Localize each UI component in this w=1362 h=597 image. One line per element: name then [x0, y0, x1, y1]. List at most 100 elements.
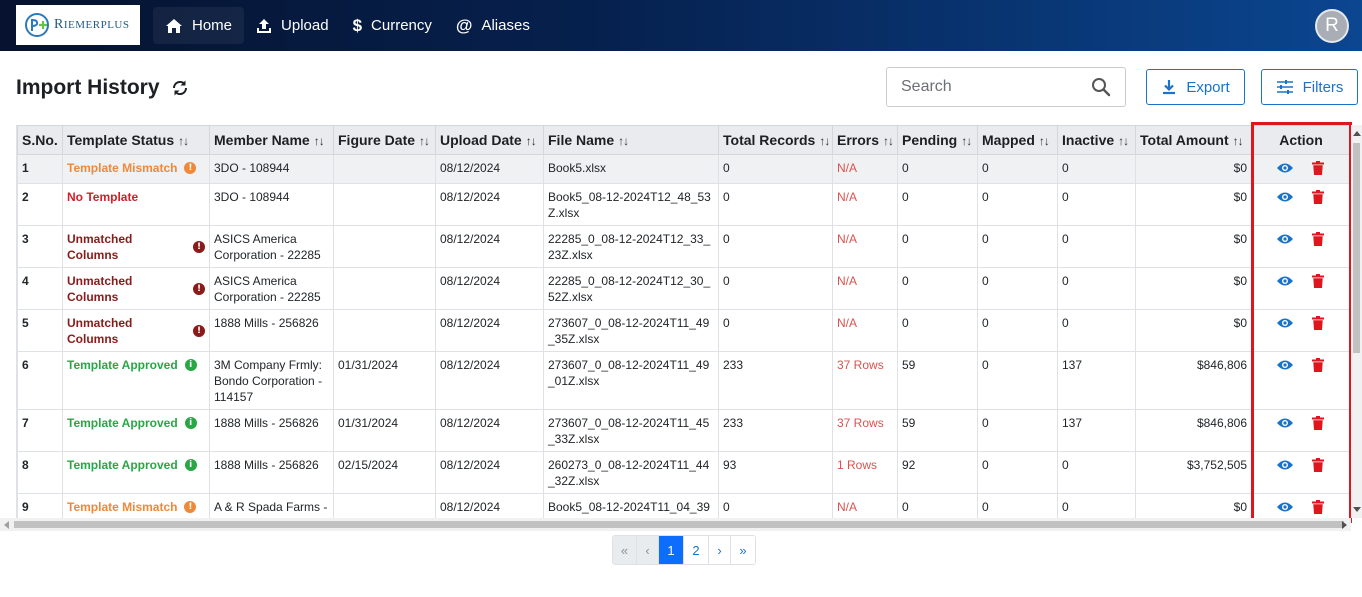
scroll-left-arrow-icon[interactable]: [4, 521, 9, 529]
view-eye-icon[interactable]: [1276, 459, 1294, 475]
horizontal-scroll-thumb[interactable]: [14, 521, 1344, 528]
column-header[interactable]: File Name ↑↓: [543, 125, 719, 155]
sort-arrows-icon[interactable]: ↑↓: [526, 134, 537, 148]
table-row[interactable]: 5 Unmatched Columns! 1888 Mills - 256826 08…: [17, 309, 1349, 352]
nav-home[interactable]: Home: [153, 7, 245, 44]
sort-arrows-icon[interactable]: ↑↓: [961, 134, 972, 148]
column-header[interactable]: Figure Date ↑↓: [333, 125, 436, 155]
exclamation-circle-icon[interactable]: !: [193, 283, 205, 295]
column-header[interactable]: Errors ↑↓: [832, 125, 898, 155]
filters-button[interactable]: Filters: [1261, 69, 1358, 105]
vertical-scroll-thumb[interactable]: [1353, 143, 1360, 353]
table-row[interactable]: 9Template Mismatch!A & R Spada Farms - 1…: [17, 493, 1349, 518]
nav-upload[interactable]: Upload: [244, 7, 341, 44]
horizontal-scrollbar[interactable]: [0, 518, 1351, 531]
delete-trash-icon[interactable]: [1312, 161, 1324, 179]
column-header[interactable]: S.No.: [17, 125, 63, 155]
table-row[interactable]: 6 Template Approved i 3M Company Frmly: Bon…: [17, 351, 1349, 410]
column-header-label: Figure Date: [338, 132, 416, 148]
delete-trash-icon[interactable]: [1312, 316, 1324, 334]
scroll-right-arrow-icon[interactable]: [1342, 521, 1347, 529]
export-button[interactable]: Export: [1146, 69, 1245, 105]
page-2-button[interactable]: 2: [684, 536, 709, 564]
search-input[interactable]: [901, 78, 1081, 96]
table-row[interactable]: 8 Template Approved i 1888 Mills - 256826 02…: [17, 451, 1349, 494]
table-row[interactable]: 3 Unmatched Columns! ASICS America Corpora…: [17, 225, 1349, 268]
delete-trash-icon[interactable]: [1312, 358, 1324, 376]
delete-trash-icon[interactable]: [1312, 500, 1324, 518]
exclamation-circle-icon[interactable]: !: [193, 241, 205, 253]
cell-inactive: 0: [1057, 225, 1136, 268]
table-row[interactable]: 2 No Template 3DO - 108944 08/12/2024 Book5_…: [17, 183, 1349, 226]
exclamation-circle-icon[interactable]: !: [184, 162, 197, 174]
scroll-up-arrow-icon[interactable]: [1353, 131, 1361, 136]
riemerplus-logo[interactable]: RIEMERPLUS: [16, 5, 140, 45]
nav-aliases[interactable]: @ Aliases: [444, 7, 542, 44]
cell-figure-date: [333, 183, 436, 226]
user-avatar[interactable]: R: [1315, 9, 1349, 43]
cell-file-name: 273607_0_08-12-2024T11_45_33Z.xlsx: [543, 409, 719, 452]
view-eye-icon[interactable]: [1276, 317, 1294, 333]
column-header[interactable]: Mapped ↑↓: [977, 125, 1058, 155]
delete-trash-icon[interactable]: [1312, 190, 1324, 208]
top-navbar: RIEMERPLUS Home Upload $ Currency @ Alia…: [0, 0, 1362, 51]
cell-template-status: No Template: [62, 183, 210, 226]
sort-arrows-icon[interactable]: ↑↓: [819, 134, 830, 148]
status-label: No Template: [67, 190, 139, 204]
nav-currency[interactable]: $ Currency: [341, 7, 444, 44]
column-header[interactable]: Total Amount ↑↓: [1135, 125, 1252, 155]
vertical-scrollbar[interactable]: [1351, 125, 1362, 518]
row-actions: [1256, 231, 1346, 250]
delete-trash-icon[interactable]: [1312, 232, 1324, 250]
column-header[interactable]: Total Records ↑↓: [718, 125, 833, 155]
sort-arrows-icon[interactable]: ↑↓: [314, 134, 325, 148]
view-eye-icon[interactable]: [1276, 417, 1294, 433]
view-eye-icon[interactable]: [1276, 162, 1294, 178]
table-row[interactable]: 7 Template Approved i 1888 Mills - 256826 01…: [17, 409, 1349, 452]
page-1-button[interactable]: 1: [659, 536, 684, 564]
cell-template-status: Template Approved i: [62, 351, 210, 410]
delete-trash-icon[interactable]: [1312, 274, 1324, 292]
info-circle-icon[interactable]: i: [184, 459, 197, 471]
column-header[interactable]: Template Status ↑↓: [62, 125, 210, 155]
view-eye-icon[interactable]: [1276, 233, 1294, 249]
page-next-button[interactable]: ›: [709, 536, 731, 564]
exclamation-circle-icon[interactable]: !: [193, 325, 205, 337]
delete-trash-icon[interactable]: [1312, 416, 1324, 434]
sort-arrows-icon[interactable]: ↑↓: [883, 134, 894, 148]
refresh-icon[interactable]: [170, 78, 190, 98]
status-label: Unmatched Columns: [67, 274, 133, 304]
info-circle-icon[interactable]: i: [184, 359, 197, 371]
search-icon[interactable]: [1091, 77, 1111, 102]
column-header[interactable]: Member Name ↑↓: [209, 125, 334, 155]
import-history-table: S.No. Template Status ↑↓ Member Name ↑↓ Figur…: [17, 125, 1349, 518]
exclamation-circle-icon[interactable]: !: [184, 501, 197, 513]
column-header[interactable]: Pending ↑↓: [897, 125, 978, 155]
sort-arrows-icon[interactable]: ↑↓: [618, 134, 629, 148]
scroll-down-arrow-icon[interactable]: [1353, 507, 1361, 512]
table-row[interactable]: 4 Unmatched Columns! ASICS America Corpora…: [17, 267, 1349, 310]
sort-arrows-icon[interactable]: ↑↓: [1039, 134, 1050, 148]
status-label: Template Approved: [67, 358, 178, 372]
view-eye-icon[interactable]: [1276, 275, 1294, 291]
page-last-button[interactable]: »: [731, 536, 755, 564]
cell-total-records: 0: [718, 493, 833, 518]
delete-trash-icon[interactable]: [1312, 458, 1324, 476]
view-eye-icon[interactable]: [1276, 359, 1294, 375]
view-eye-icon[interactable]: [1276, 191, 1294, 207]
info-circle-icon[interactable]: i: [184, 417, 197, 429]
table-row[interactable]: 1 Template Mismatch! 3DO - 108944 08/12/202…: [17, 154, 1349, 184]
column-header[interactable]: Action: [1251, 125, 1349, 155]
column-header[interactable]: Inactive ↑↓: [1057, 125, 1136, 155]
sort-arrows-icon[interactable]: ↑↓: [419, 134, 430, 148]
sort-arrows-icon[interactable]: ↑↓: [1118, 134, 1129, 148]
cell-total-records: 233: [718, 351, 833, 410]
page-first-button[interactable]: «: [613, 536, 637, 564]
sort-arrows-icon[interactable]: ↑↓: [178, 134, 189, 148]
cell-figure-date: 01/31/2024: [333, 409, 436, 452]
cell-pending: 0: [897, 183, 978, 226]
column-header[interactable]: Upload Date ↑↓: [435, 125, 544, 155]
page-prev-button[interactable]: ‹: [637, 536, 659, 564]
view-eye-icon[interactable]: [1276, 501, 1294, 517]
sort-arrows-icon[interactable]: ↑↓: [1233, 134, 1244, 148]
